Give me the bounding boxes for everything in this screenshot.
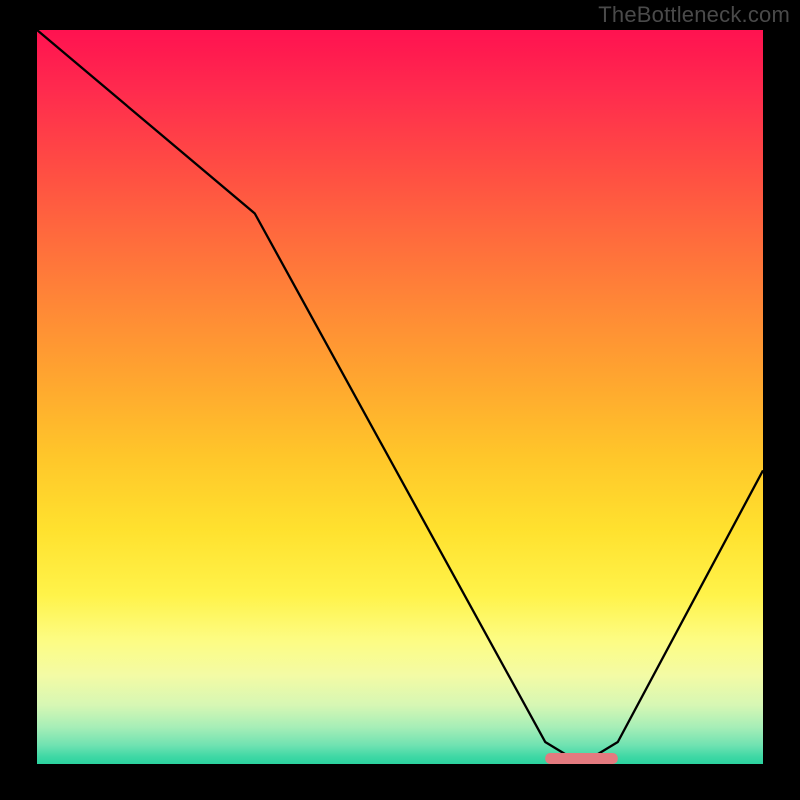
watermark-text: TheBottleneck.com — [598, 2, 790, 28]
plot-area — [37, 30, 763, 764]
chart-container: TheBottleneck.com — [0, 0, 800, 800]
y-axis — [34, 27, 37, 767]
bottleneck-curve — [37, 30, 763, 764]
curve-layer — [37, 30, 763, 764]
optimal-marker — [545, 753, 618, 764]
x-axis — [34, 764, 767, 767]
